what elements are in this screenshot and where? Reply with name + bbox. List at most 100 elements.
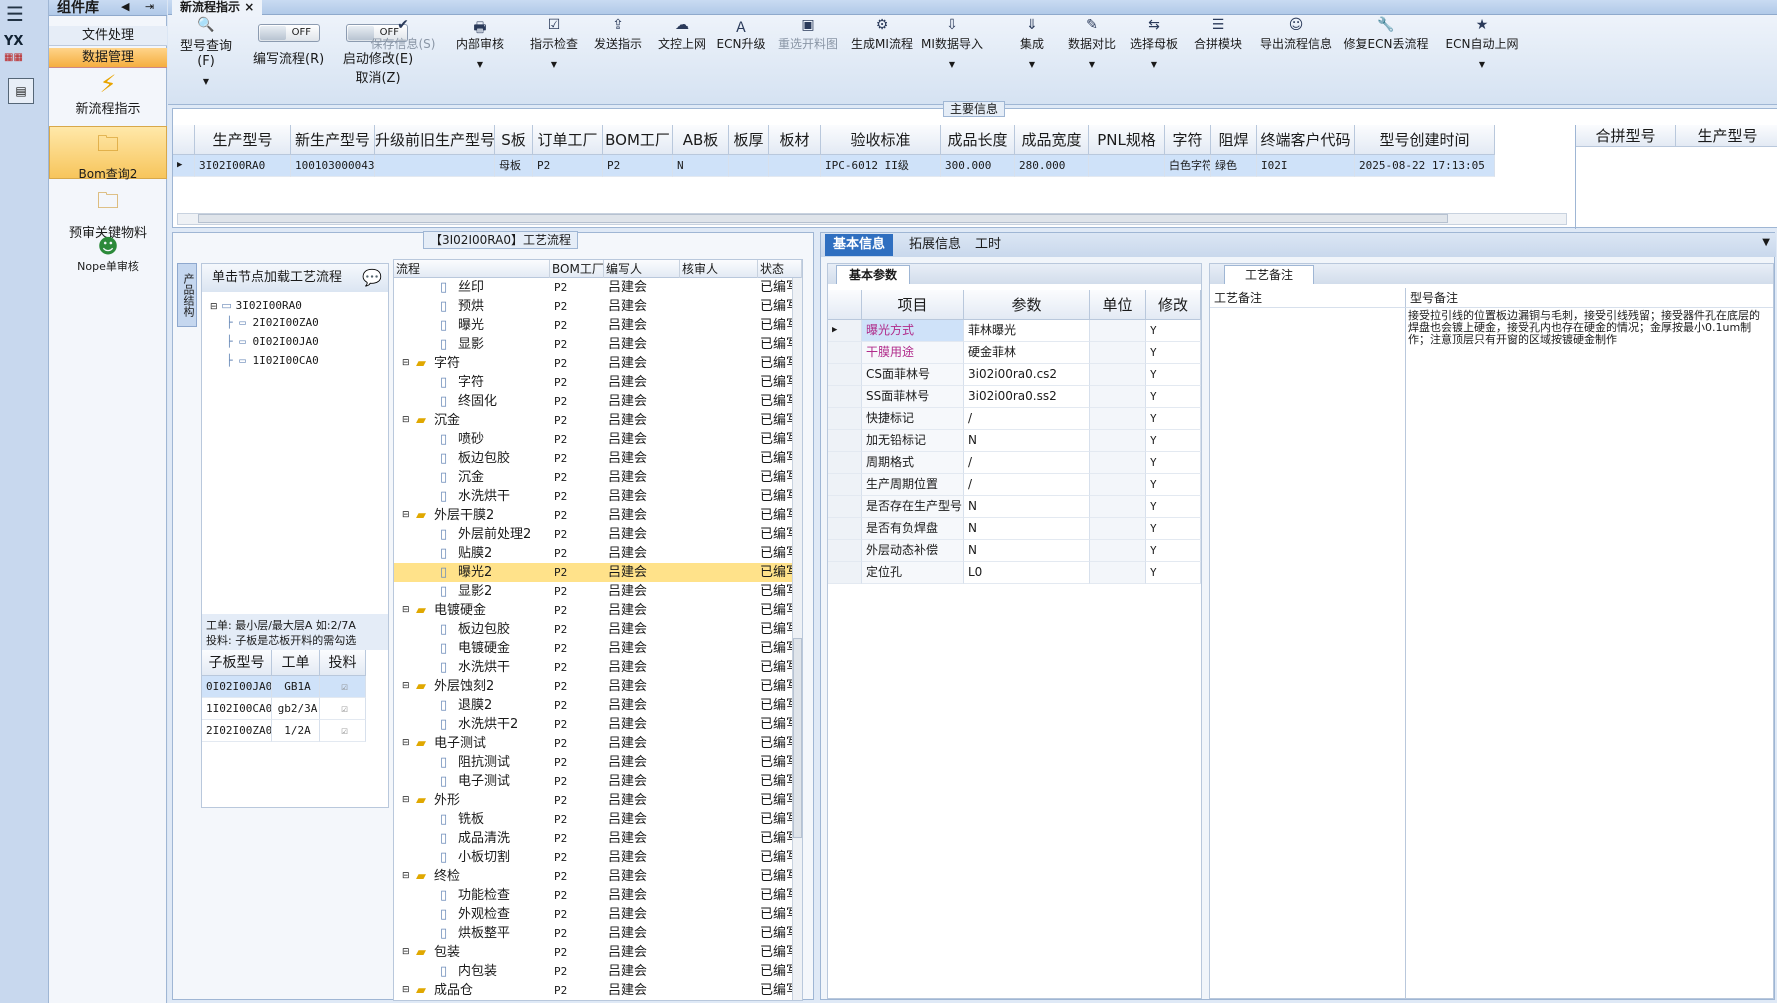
write-flow-toggle[interactable]: OFF xyxy=(258,24,320,42)
column-header[interactable]: 项目 xyxy=(862,290,964,320)
column-header[interactable]: 成品长度 xyxy=(941,125,1015,155)
flow-row[interactable]: ▯ 板边包胶 P2 吕建会 已编写 xyxy=(394,620,792,639)
param-value[interactable]: / xyxy=(964,452,1090,474)
flow-row[interactable]: ▯ 贴膜2 P2 吕建会 已编写 xyxy=(394,544,792,563)
model-query-button[interactable]: 🔍 型号查询(F) ▼ xyxy=(176,17,236,93)
flow-row[interactable]: ⊟ ▰ 外形 P2 吕建会 已编写 xyxy=(394,791,792,810)
toolbar-button-7[interactable]: ⚙ 生成MI流程 xyxy=(846,17,918,93)
param-row[interactable]: 定位孔 L0 Y xyxy=(828,562,1201,584)
toolbar-button-2[interactable]: ☑ 指示检查 ▼ xyxy=(526,17,582,93)
flow-row[interactable]: ▯ 板边包胶 P2 吕建会 已编写 xyxy=(394,449,792,468)
side-tab[interactable]: 产品结构 xyxy=(177,263,197,327)
action-nope-review[interactable]: ☻ Nope单审核 xyxy=(49,234,167,284)
flow-row[interactable]: ▯ 水洗烘干2 P2 吕建会 已编写 xyxy=(394,715,792,734)
flow-row[interactable]: ▯ 小板切割 P2 吕建会 已编写 xyxy=(394,848,792,867)
tab-detail-1[interactable]: 拓展信息 xyxy=(901,234,969,256)
param-value[interactable]: 3i02i00ra0.ss2 xyxy=(964,386,1090,408)
app-logo-icon[interactable]: YX ▦▦ xyxy=(4,34,38,64)
flow-row[interactable]: ▯ 曝光 P2 吕建会 已编写 xyxy=(394,316,792,335)
expand-icon[interactable]: ⊟ xyxy=(402,867,410,886)
feed-checkbox[interactable]: ☑ xyxy=(320,720,366,742)
tab-basic-params[interactable]: 基本参数 xyxy=(836,265,911,284)
flow-row[interactable]: ⊟ ▰ 外层干膜2 P2 吕建会 已编写 xyxy=(394,506,792,525)
flow-row[interactable]: ▯ 预烘 P2 吕建会 已编写 xyxy=(394,297,792,316)
calculator-icon[interactable]: ▤ xyxy=(8,78,34,104)
column-header[interactable]: 子板型号 xyxy=(202,650,272,676)
column-header[interactable]: 升级前旧生产型号 xyxy=(375,125,495,155)
column-header[interactable]: 型号创建时间 xyxy=(1355,125,1495,155)
param-row[interactable]: SS面菲林号 3i02i00ra0.ss2 Y xyxy=(828,386,1201,408)
toolbar-button-3[interactable]: ⇪ 发送指示 xyxy=(592,17,644,93)
toolbar-button-13[interactable]: ☺ 导出流程信息 xyxy=(1260,17,1332,93)
flow-row[interactable]: ▯ 电镀硬金 P2 吕建会 已编写 xyxy=(394,639,792,658)
flow-row[interactable]: ▯ 阻抗测试 P2 吕建会 已编写 xyxy=(394,753,792,772)
table-row[interactable]: 2I02I00ZA0 1/2A ☑ xyxy=(202,720,366,742)
param-row[interactable]: ▶ 曝光方式 菲林曝光 Y xyxy=(828,320,1201,342)
param-value[interactable]: N xyxy=(964,518,1090,540)
merge-header[interactable]: 生产型号 xyxy=(1676,125,1777,147)
column-header[interactable]: 流程 xyxy=(394,260,550,278)
tab-process-remark[interactable]: 工艺备注 xyxy=(1224,265,1315,284)
flow-row[interactable]: ⊟ ▰ 终检 P2 吕建会 已编写 xyxy=(394,867,792,886)
param-row[interactable]: 加无铅标记 N Y xyxy=(828,430,1201,452)
expand-icon[interactable]: ⊟ xyxy=(402,791,410,810)
param-row[interactable]: 是否有负焊盘 N Y xyxy=(828,518,1201,540)
flow-row[interactable]: ⊟ ▰ 沉金 P2 吕建会 已编写 xyxy=(394,411,792,430)
column-header[interactable]: 工单 xyxy=(272,650,320,676)
column-header[interactable]: 板厚 xyxy=(729,125,769,155)
flow-row[interactable]: ▯ 功能检查 P2 吕建会 已编写 xyxy=(394,886,792,905)
flow-row[interactable]: ▯ 曝光2 P2 吕建会 已编写 xyxy=(394,563,792,582)
toolbar-button-0[interactable]: ✔ 保存信息(S) xyxy=(368,17,438,93)
toolbar-button-5[interactable]: Ａ ECN升级 xyxy=(716,17,766,93)
toolbar-button-15[interactable]: ★ ECN自动上网 ▼ xyxy=(1440,17,1524,93)
param-row[interactable]: CS面菲林号 3i02i00ra0.cs2 Y xyxy=(828,364,1201,386)
window-tab[interactable]: 新流程指示 × xyxy=(172,0,263,15)
expand-icon[interactable]: ⊟ xyxy=(402,601,410,620)
collapse-left-icon[interactable]: ◀ xyxy=(121,0,129,13)
param-row[interactable]: 干膜用途 硬金菲林 Y xyxy=(828,342,1201,364)
table-row[interactable]: 1I02I00CA0 gb2/3A ☑ xyxy=(202,698,366,720)
action-new-flow[interactable]: ⚡ 新流程指示 xyxy=(49,70,167,125)
flow-row[interactable]: ▯ 沉金 P2 吕建会 已编写 xyxy=(394,468,792,487)
tree-node[interactable]: ├ ▭ 2I02I00ZA0 xyxy=(226,316,319,329)
close-icon[interactable]: × xyxy=(244,0,254,14)
expand-icon[interactable]: ⊟ xyxy=(402,677,410,696)
flow-row[interactable]: ▯ 丝印 P2 吕建会 已编写 xyxy=(394,278,792,297)
column-header[interactable]: BOM工厂 xyxy=(603,125,673,155)
flow-row[interactable]: ▯ 烘板整平 P2 吕建会 已编写 xyxy=(394,924,792,943)
column-header[interactable]: 板材 xyxy=(769,125,821,155)
column-header[interactable]: BOM工厂 xyxy=(550,260,604,278)
model-remark-text[interactable]: 接受拉引线的位置板边漏铜与毛刺，接受引线残留；接受器件孔在底层的焊盘也会镀上硬金… xyxy=(1408,310,1760,346)
feed-checkbox[interactable]: ☑ xyxy=(320,698,366,720)
toolbar-button-12[interactable]: ☰ 合拼模块 xyxy=(1194,17,1242,93)
column-header[interactable]: 核审人 xyxy=(680,260,758,278)
column-header[interactable]: 终端客户代码 xyxy=(1257,125,1355,155)
column-header[interactable]: AB板 xyxy=(673,125,729,155)
toolbar-button-1[interactable]: 🖶 内部审核 ▼ xyxy=(452,17,508,93)
param-value[interactable]: N xyxy=(964,496,1090,518)
param-value[interactable]: 硬金菲林 xyxy=(964,342,1090,364)
column-header[interactable]: S板 xyxy=(495,125,533,155)
param-value[interactable]: N xyxy=(964,540,1090,562)
param-row[interactable]: 外层动态补偿 N Y xyxy=(828,540,1201,562)
flow-row[interactable]: ▯ 终固化 P2 吕建会 已编写 xyxy=(394,392,792,411)
horizontal-scrollbar[interactable] xyxy=(177,213,1567,225)
expand-icon[interactable]: ⊟ xyxy=(402,506,410,525)
flow-row[interactable]: ▯ 电子测试 P2 吕建会 已编写 xyxy=(394,772,792,791)
column-header[interactable]: PNL规格 xyxy=(1089,125,1165,155)
feed-checkbox[interactable]: ☑ xyxy=(320,676,366,698)
menu-icon[interactable]: ☰ xyxy=(6,2,24,26)
flow-row[interactable]: ▯ 外层前处理2 P2 吕建会 已编写 xyxy=(394,525,792,544)
param-row[interactable]: 周期格式 / Y xyxy=(828,452,1201,474)
column-header[interactable]: 成品宽度 xyxy=(1015,125,1089,155)
flow-row[interactable]: ▯ 成品清洗 P2 吕建会 已编写 xyxy=(394,829,792,848)
toolbar-button-8[interactable]: ⇩ MI数据导入 ▼ xyxy=(920,17,984,93)
param-value[interactable]: N xyxy=(964,430,1090,452)
column-header[interactable]: 状态 xyxy=(758,260,802,278)
column-header[interactable]: 订单工厂 xyxy=(533,125,603,155)
toolbar-button-9[interactable]: ⇓ 集成 ▼ xyxy=(1012,17,1052,93)
vertical-scrollbar[interactable] xyxy=(792,278,802,1000)
param-value[interactable]: / xyxy=(964,474,1090,496)
flow-row[interactable]: ▯ 退膜2 P2 吕建会 已编写 xyxy=(394,696,792,715)
column-header[interactable]: 参数 xyxy=(964,290,1090,320)
